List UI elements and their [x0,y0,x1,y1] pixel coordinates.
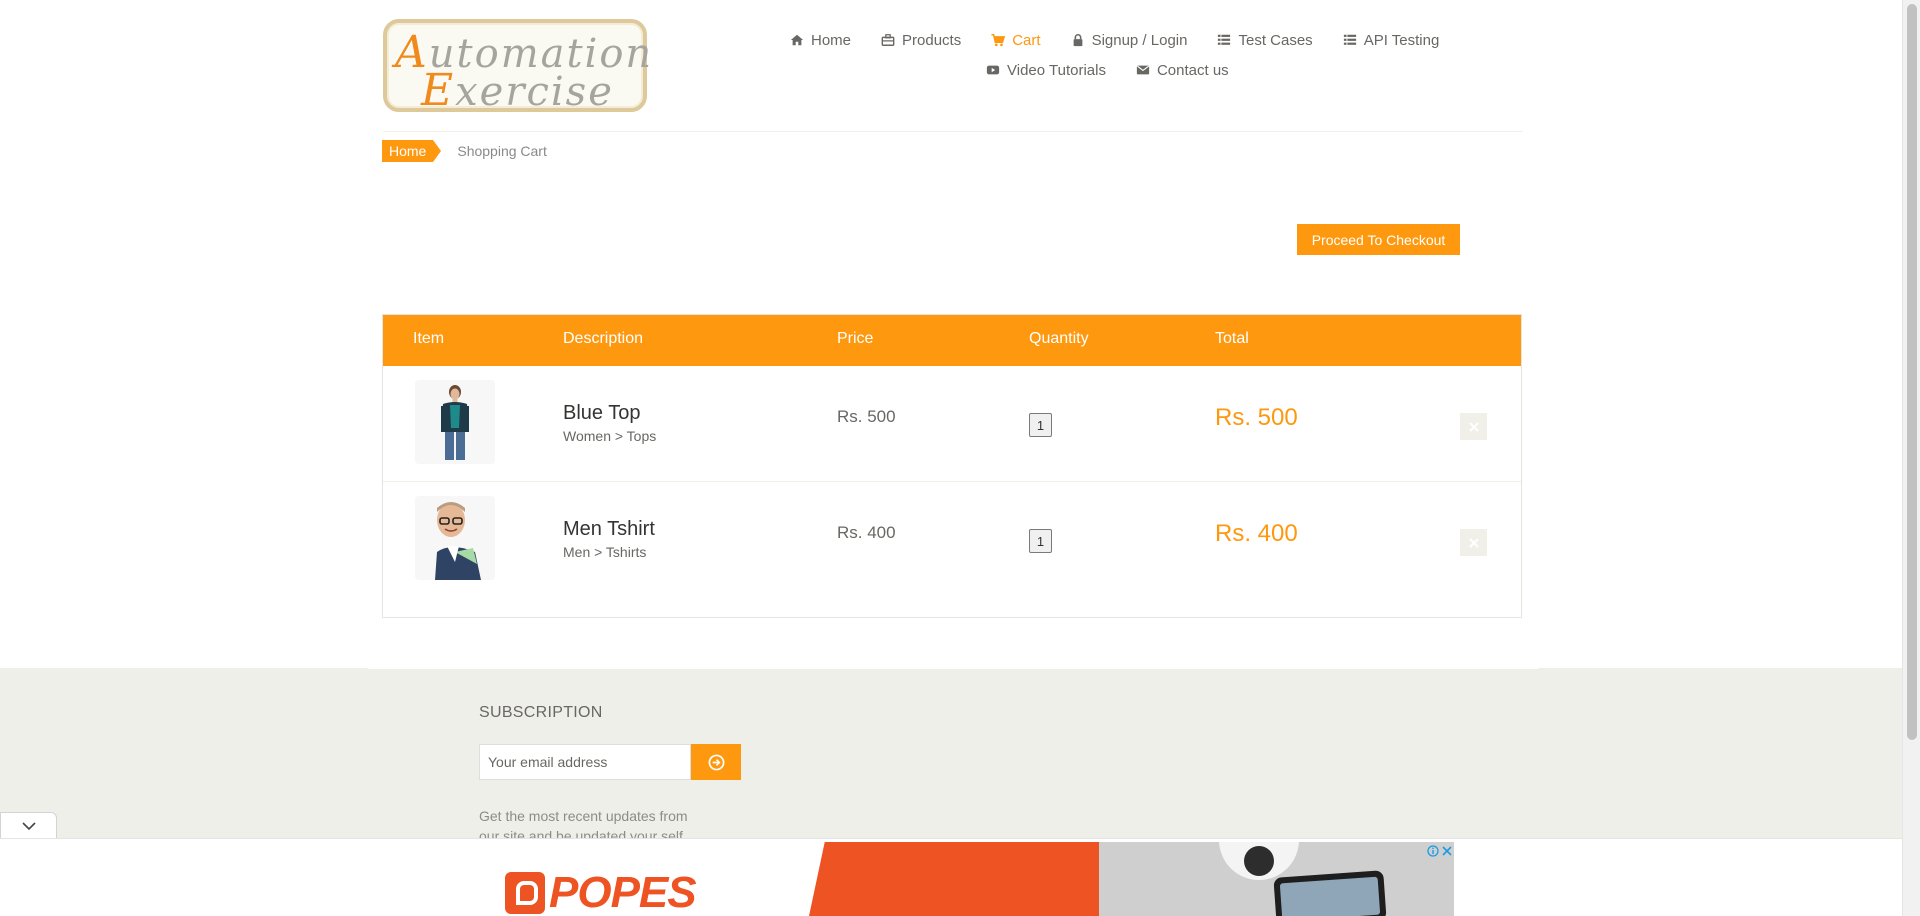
product-image-blue-top[interactable] [415,380,495,464]
product-category: Men > Tshirts [563,544,647,560]
list-icon [1217,33,1231,47]
nav-row-1: Home Products Cart Signup / Login Test C… [790,28,1439,52]
site-header: Automation Exercise Home Products Cart S… [0,0,1902,132]
product-price: Rs. 400 [837,523,896,542]
home-icon [790,33,804,47]
header-price: Price [837,330,874,347]
nav-test-cases[interactable]: Test Cases [1217,32,1313,49]
breadcrumb-home[interactable]: Home [382,140,442,162]
product-price: Rs. 500 [837,407,896,426]
nav-contact-us[interactable]: Contact us [1136,62,1229,79]
breadcrumb: Home Shopping Cart [382,140,547,162]
close-icon [1441,845,1452,856]
logo-line-2: Exercise [421,65,614,116]
breadcrumb-current: Shopping Cart [457,143,547,159]
header-description: Description [563,330,644,347]
product-name-link[interactable]: Men Tshirt [563,518,655,541]
phone-image [1273,870,1387,916]
nav-row-2: Video Tutorials Contact us [986,58,1430,82]
product-category: Women > Tops [563,428,657,444]
envelope-icon [1136,63,1150,77]
footer-divider [368,668,1538,669]
page-scrollbar[interactable] [1902,0,1920,916]
ad-collapse-button[interactable] [0,812,57,839]
cart-row: Blue Top Women > Tops Rs. 500 1 Rs. 500 [383,366,1521,482]
header-total: Total [1215,330,1249,347]
nav-api-testing[interactable]: API Testing [1343,32,1439,49]
cart-table: Item Description Price Quantity Total Bl… [382,314,1522,618]
delete-item-button[interactable] [1460,529,1487,556]
header-quantity: Quantity [1029,330,1089,347]
products-icon [881,33,895,47]
lock-icon [1071,33,1085,47]
nav-signup-login[interactable]: Signup / Login [1071,32,1187,49]
list-icon [1343,33,1357,47]
nav-video-tutorials[interactable]: Video Tutorials [986,62,1106,79]
product-total: Rs. 500 [1215,404,1298,431]
product-image-men-tshirt[interactable] [415,496,495,580]
nav-products[interactable]: Products [881,32,961,49]
cart-table-header: Item Description Price Quantity Total [383,315,1521,366]
product-quantity[interactable]: 1 [1029,529,1052,553]
subscribe-button[interactable] [691,744,741,780]
main-nav: Home Products Cart Signup / Login Test C… [780,28,1439,88]
subscription-email-input[interactable] [479,744,691,780]
youtube-icon [986,63,1000,77]
product-quantity[interactable]: 1 [1029,413,1052,437]
site-logo[interactable]: Automation Exercise [383,19,651,116]
nav-cart[interactable]: Cart [991,32,1041,49]
chevron-down-icon [21,822,36,831]
ad-close-button[interactable] [1440,844,1453,857]
ad-info-button[interactable] [1426,844,1439,857]
info-icon [1426,844,1439,857]
proceed-to-checkout-button[interactable]: Proceed To Checkout [1297,224,1460,255]
ad-logo: POPES [505,868,697,916]
cart-row: Men Tshirt Men > Tshirts Rs. 400 1 Rs. 4… [383,482,1521,598]
ad-brand-text: POPES [549,868,697,916]
delete-item-button[interactable] [1460,413,1487,440]
nav-home[interactable]: Home [790,32,851,49]
header-divider [383,131,1523,132]
cart-icon [991,33,1006,47]
arrow-circle-right-icon [708,754,724,770]
close-icon [1468,421,1479,432]
header-item: Item [413,330,445,347]
subscription-title: SUBSCRIPTION [479,704,603,721]
product-total: Rs. 400 [1215,520,1298,547]
ad-banner[interactable]: POPES [449,842,1454,916]
scrollbar-thumb[interactable] [1907,4,1917,740]
close-icon [1468,537,1479,548]
ad-logo-mark [505,872,545,914]
product-name-link[interactable]: Blue Top [563,402,640,425]
